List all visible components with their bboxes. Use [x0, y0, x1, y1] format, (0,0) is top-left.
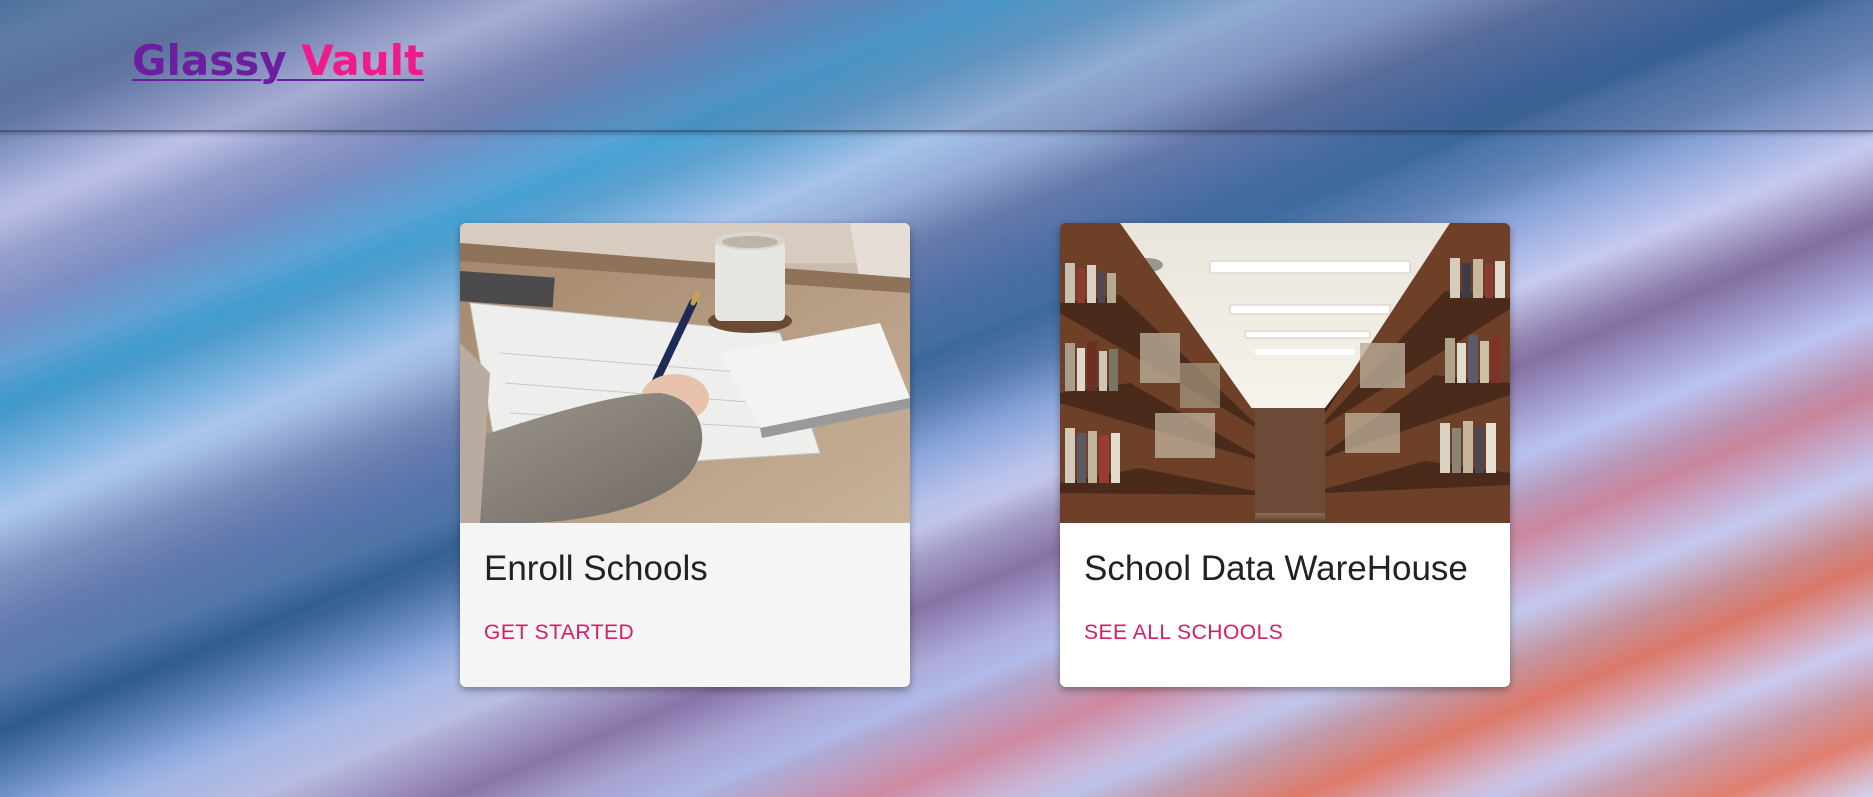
brand-logo-link[interactable]: Glassy Vault [132, 36, 424, 85]
app-bar: Glassy Vault [0, 0, 1873, 132]
logo-word-2: Vault [301, 36, 425, 85]
school-data-warehouse-card: School Data WareHouse SEE ALL SCHOOLS [1060, 223, 1510, 687]
enroll-schools-card: Enroll Schools GET STARTED [460, 223, 910, 687]
logo-word-1: Glassy [132, 36, 287, 85]
library-aisle-photo [1060, 223, 1510, 523]
card-title: School Data WareHouse [1084, 549, 1468, 588]
card-title: Enroll Schools [484, 549, 708, 588]
see-all-schools-button[interactable]: SEE ALL SCHOOLS [1072, 613, 1295, 653]
get-started-button[interactable]: GET STARTED [472, 613, 646, 653]
desk-writing-photo [460, 223, 910, 523]
